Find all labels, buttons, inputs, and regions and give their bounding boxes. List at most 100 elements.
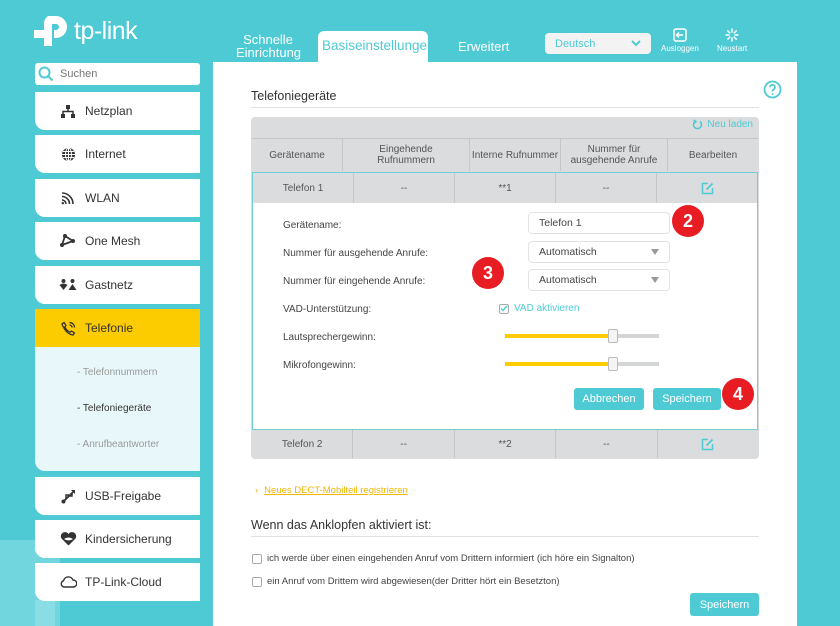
speaker-gain-slider[interactable]: [505, 329, 659, 343]
network-map-icon: [54, 104, 82, 118]
checkbox-unchecked-icon[interactable]: [252, 576, 262, 587]
call-waiting-option-reject[interactable]: ein Anruf vom Drittem wird abgewiesen(de…: [252, 576, 560, 587]
speaker-gain-label: Lautsprechergewinn:: [283, 332, 376, 343]
sidebar-item-label: Telefonie: [85, 321, 134, 335]
call-waiting-title: Wenn das Anklopfen aktiviert ist:: [251, 518, 432, 532]
device-name-cell: Telefon 1: [253, 173, 354, 203]
phone-icon: [54, 321, 82, 336]
vad-checkbox-label: VAD aktivieren: [514, 303, 580, 314]
tab-quick-setup[interactable]: Schnelle Einrichtung: [236, 33, 302, 60]
background-decoration: [35, 600, 55, 626]
search-input[interactable]: [60, 68, 190, 80]
logout-label: Ausloggen: [661, 44, 699, 53]
reboot-button[interactable]: Neustart: [717, 28, 747, 53]
sidebar-item-wlan[interactable]: WLAN: [35, 179, 200, 217]
tab-basic-settings[interactable]: Basiseinstellungen: [318, 31, 435, 62]
sidebar-subitem-telephony-devices[interactable]: - Telefoniegeräte: [77, 403, 151, 414]
sidebar-item-label: USB-Freigabe: [85, 489, 162, 503]
annotation-badge: 2: [672, 205, 704, 237]
globe-icon: [54, 147, 82, 162]
register-dect-link[interactable]: › Neues DECT-Mobilteil registrieren: [255, 485, 408, 496]
mesh-icon: [54, 234, 82, 248]
outgoing-cell: --: [556, 173, 657, 203]
brand-name: tp-link: [74, 16, 138, 45]
vad-checkbox[interactable]: VAD aktivieren: [499, 303, 579, 314]
slider-thumb[interactable]: [607, 357, 618, 371]
search-box[interactable]: [35, 63, 200, 85]
sidebar-item-guest-network[interactable]: Gastnetz: [35, 266, 200, 304]
sidebar-item-label: Gastnetz: [85, 278, 134, 292]
tab-label: Erweitert: [458, 39, 510, 54]
incoming-cell: --: [354, 173, 455, 203]
save-device-button[interactable]: Speichern: [653, 388, 721, 410]
tab-label: Basiseinstellungen: [322, 38, 435, 53]
sidebar-item-internet[interactable]: Internet: [35, 135, 200, 173]
incoming-cell: --: [353, 430, 455, 458]
help-button[interactable]: [763, 80, 782, 104]
sidebar-item-label: Internet: [85, 147, 126, 161]
sidebar-subitem-phone-numbers[interactable]: - Telefonnummern: [77, 367, 157, 378]
table-header: Gerätename Eingehende Rufnummern Interne…: [252, 138, 758, 171]
sidebar-item-usb-sharing[interactable]: USB-Freigabe: [35, 477, 200, 515]
reboot-label: Neustart: [717, 44, 748, 53]
divider: [251, 536, 759, 537]
language-select[interactable]: Deutsch: [545, 33, 651, 54]
sidebar-item-telephony[interactable]: Telefonie: [35, 309, 200, 347]
sidebar-item-label: TP-Link-Cloud: [85, 575, 162, 589]
edit-icon[interactable]: [701, 438, 714, 451]
device-name-input[interactable]: Telefon 1: [528, 212, 670, 234]
save-call-waiting-button[interactable]: Speichern: [690, 593, 759, 616]
reload-label: Neu laden: [707, 119, 753, 130]
tab-label: Einrichtung: [236, 45, 302, 60]
table-row: Telefon 1 -- **1 --: [252, 172, 758, 203]
outgoing-number-value: Automatisch: [539, 246, 597, 258]
sidebar-subitem-answering-machine[interactable]: - Anrufbeantworter: [77, 439, 159, 450]
annotation-badge: 3: [472, 257, 504, 289]
tab-advanced[interactable]: Erweitert: [458, 40, 509, 53]
chevron-right-icon: ›: [255, 485, 259, 496]
incoming-number-select[interactable]: Automatisch: [528, 269, 670, 291]
incoming-number-label: Nummer für eingehende Anrufe:: [283, 276, 426, 287]
tp-link-logo: tp-link: [34, 14, 138, 48]
heart-icon: [54, 532, 82, 546]
reboot-icon: [725, 28, 739, 42]
search-icon: [38, 66, 54, 82]
annotation-badge: 4: [722, 378, 754, 410]
logout-button[interactable]: Ausloggen: [661, 28, 699, 53]
outgoing-cell: --: [556, 430, 658, 458]
sidebar-item-one-mesh[interactable]: One Mesh: [35, 222, 200, 260]
logout-icon: [673, 28, 687, 42]
checkbox-unchecked-icon[interactable]: [252, 553, 262, 564]
checkbox-checked-icon[interactable]: [499, 303, 509, 314]
column-header: Bearbeiten: [688, 149, 738, 161]
language-value: Deutsch: [555, 37, 596, 50]
cancel-button[interactable]: Abbrechen: [574, 388, 644, 410]
mic-gain-slider[interactable]: [505, 357, 659, 371]
sidebar-item-tp-link-cloud[interactable]: TP-Link-Cloud: [35, 563, 200, 601]
column-header: Interne Rufnummer: [470, 139, 561, 171]
divider: [251, 107, 759, 108]
chevron-down-icon: [631, 40, 641, 47]
call-waiting-option-notify[interactable]: ich werde über einen eingehenden Anruf v…: [252, 553, 635, 564]
vad-label: VAD-Unterstützung:: [283, 304, 372, 315]
usb-icon: [54, 489, 82, 504]
register-dect-label: Neues DECT-Mobilteil registrieren: [264, 485, 408, 496]
reload-icon: [693, 119, 703, 130]
sidebar-item-network-map[interactable]: Netzplan: [35, 92, 200, 130]
edit-icon[interactable]: [701, 182, 714, 195]
slider-thumb[interactable]: [607, 329, 618, 343]
option-label: ich werde über einen eingehenden Anruf v…: [267, 553, 635, 564]
device-name-value: Telefon 1: [539, 217, 582, 229]
wifi-icon: [54, 191, 82, 205]
edit-cell: [658, 430, 758, 458]
reload-button[interactable]: Neu laden: [692, 119, 753, 130]
sidebar-item-parental-controls[interactable]: Kindersicherung: [35, 520, 200, 558]
sidebar-item-label: Kindersicherung: [85, 532, 172, 546]
slider-fill: [505, 362, 613, 366]
sidebar-item-label: Netzplan: [85, 104, 133, 118]
dropdown-arrow-icon: [651, 277, 659, 283]
column-header: Nummer für ausgehende Anrufe: [561, 139, 668, 171]
dropdown-arrow-icon: [651, 249, 659, 255]
help-icon: [763, 80, 782, 99]
outgoing-number-select[interactable]: Automatisch: [528, 241, 670, 263]
